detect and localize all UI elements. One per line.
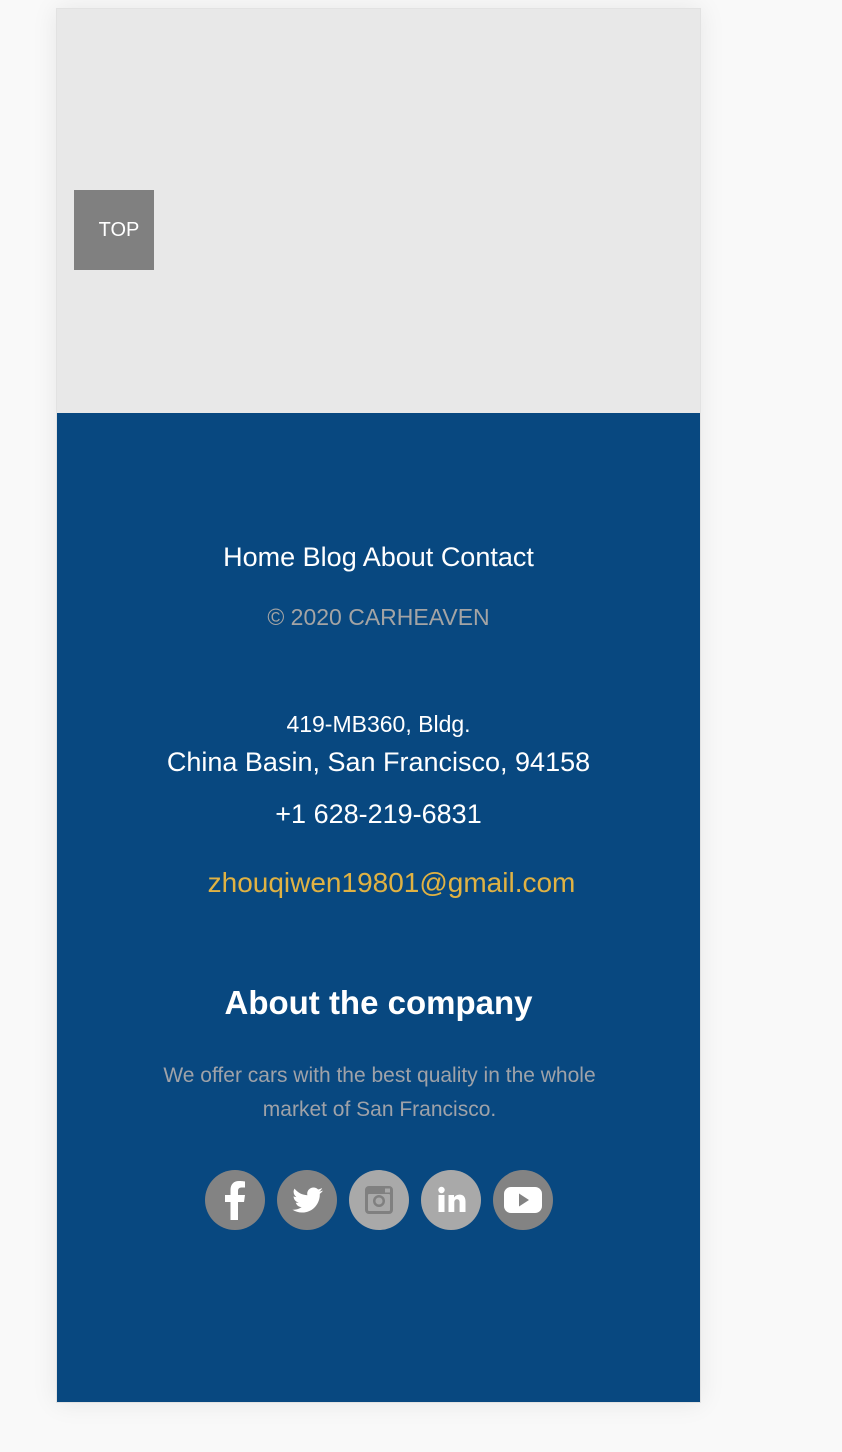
nav-link-contact[interactable]: Contact [441, 542, 534, 572]
about-description: We offer cars with the best quality in t… [163, 1064, 596, 1121]
twitter-icon [277, 1170, 337, 1230]
youtube-icon [493, 1170, 553, 1230]
facebook-link[interactable] [204, 1170, 265, 1230]
linkedin-link[interactable] [420, 1170, 481, 1230]
facebook-icon [205, 1170, 265, 1230]
footer-nav: Home Blog About Contact [57, 541, 700, 573]
page-frame: TOP Home Blog About Contact © 2020 CARHE… [56, 8, 701, 1403]
phone-number: +1 628-219-6831 [275, 799, 482, 829]
back-to-top-button[interactable]: TOP [74, 190, 154, 270]
about-heading: About the company [224, 984, 533, 1021]
nav-link-about[interactable]: About [363, 542, 434, 572]
copyright-text: © 2020 CARHEAVEN [267, 604, 490, 630]
content-area: TOP [57, 9, 700, 413]
instagram-link[interactable] [348, 1170, 409, 1230]
address-line-2: China Basin, San Francisco, 94158 [166, 747, 591, 777]
linkedin-icon [421, 1170, 481, 1230]
twitter-link[interactable] [276, 1170, 337, 1230]
address-line-1: 419-MB360, Bldg. [286, 711, 471, 737]
email-link[interactable]: zhouqiwen19801@gmail.com [208, 867, 576, 898]
social-links [57, 1170, 700, 1232]
email-container: zhouqiwen19801@gmail.com [57, 867, 700, 899]
site-footer: Home Blog About Contact © 2020 CARHEAVEN… [57, 413, 700, 1402]
nav-link-home[interactable]: Home [223, 542, 295, 572]
youtube-link[interactable] [492, 1170, 553, 1230]
nav-link-blog[interactable]: Blog [303, 542, 357, 572]
instagram-icon [349, 1170, 409, 1230]
